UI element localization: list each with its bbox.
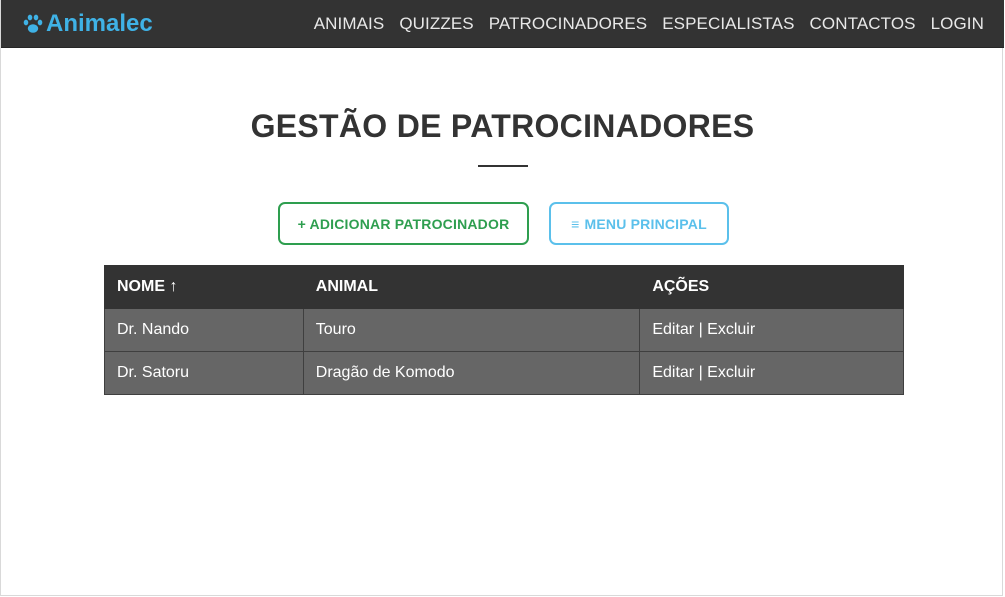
action-separator: | <box>698 321 703 338</box>
column-header-acoes: AÇÕES <box>639 265 904 309</box>
cell-animal: Dragão de Komodo <box>302 351 641 395</box>
menu-icon: ≡ <box>571 215 580 232</box>
main-menu-label: MENU PRINCIPAL <box>584 215 707 232</box>
add-sponsor-label: + ADICIONAR PATROCINADOR <box>297 215 510 232</box>
cell-nome: Dr. Nando <box>104 308 304 352</box>
nav-link-quizzes[interactable]: QUIZZES <box>399 14 473 34</box>
delete-link[interactable]: Excluir <box>707 321 755 338</box>
delete-link[interactable]: Excluir <box>707 364 755 381</box>
edit-link[interactable]: Editar <box>652 321 694 338</box>
table-header-row: NOME ↑ ANIMAL AÇÕES <box>104 265 904 309</box>
cell-acoes: Editar | Excluir <box>639 351 904 395</box>
add-sponsor-button[interactable]: + ADICIONAR PATROCINADOR <box>278 202 529 245</box>
page-title: GESTÃO DE PATROCINADORES <box>250 108 755 144</box>
nav-link-contactos[interactable]: CONTACTOS <box>810 14 916 34</box>
action-separator: | <box>698 364 703 381</box>
nav-link-login[interactable]: LOGIN <box>931 14 984 34</box>
brand-link[interactable]: Animalec <box>21 9 153 39</box>
table-row: Dr. Satoru Dragão de Komodo Editar | Exc… <box>104 351 904 395</box>
paw-icon <box>23 14 43 33</box>
column-header-nome[interactable]: NOME ↑ <box>104 265 304 309</box>
nav-link-especialistas[interactable]: ESPECIALISTAS <box>662 14 794 34</box>
main-menu-button[interactable]: ≡ MENU PRINCIPAL <box>549 202 729 245</box>
sponsors-table: NOME ↑ ANIMAL AÇÕES Dr. Nando Touro Edit… <box>104 265 904 395</box>
page-frame: Animalec ANIMAIS QUIZZES PATROCINADORES … <box>0 0 1004 596</box>
cell-nome: Dr. Satoru <box>104 351 304 395</box>
cell-acoes: Editar | Excluir <box>639 308 904 352</box>
title-divider <box>478 165 528 167</box>
nav-link-animais[interactable]: ANIMAIS <box>314 14 385 34</box>
table-row: Dr. Nando Touro Editar | Excluir <box>104 308 904 352</box>
brand-label: Animalec <box>46 10 153 37</box>
navbar: Animalec ANIMAIS QUIZZES PATROCINADORES … <box>1 0 1004 48</box>
cell-animal: Touro <box>302 308 641 352</box>
nav-link-patrocinadores[interactable]: PATROCINADORES <box>489 14 648 34</box>
nav-links: ANIMAIS QUIZZES PATROCINADORES ESPECIALI… <box>299 0 984 47</box>
edit-link[interactable]: Editar <box>652 364 694 381</box>
column-header-animal: ANIMAL <box>302 265 641 309</box>
